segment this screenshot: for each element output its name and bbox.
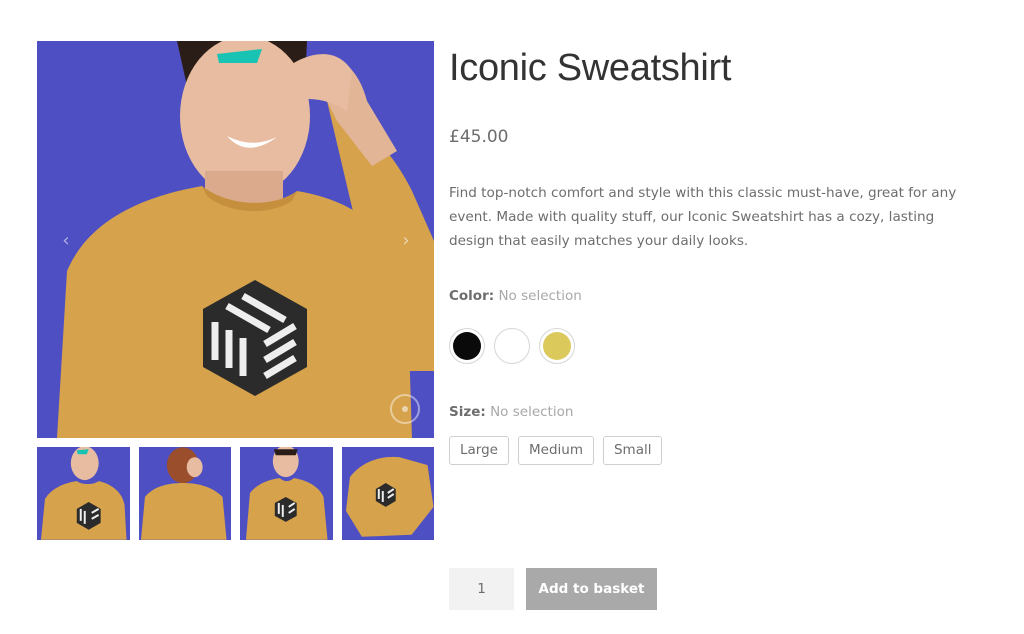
thumbnail-back-pose-image	[138, 447, 231, 540]
chevron-left-icon[interactable]: ‹	[58, 228, 74, 252]
thumbnail-3[interactable]	[240, 447, 333, 540]
size-option-small[interactable]: Small	[602, 436, 663, 465]
thumbnail-strip	[37, 447, 434, 540]
quantity-input[interactable]: 1	[449, 568, 514, 610]
thumbnail-front-pose-image	[37, 447, 130, 540]
color-label: Color	[449, 288, 489, 304]
color-label-separator: :	[488, 288, 495, 304]
color-swatch-black[interactable]	[449, 328, 485, 364]
product-summary: Iconic Sweatshirt £45.00 Find top-notch …	[449, 40, 989, 465]
product-price: £45.00	[449, 127, 509, 147]
product-description: Find top-notch comfort and style with th…	[449, 185, 957, 249]
zoom-icon[interactable]	[390, 394, 420, 424]
add-to-cart-form: 1 Add to basket	[449, 568, 657, 610]
product-title: Iconic Sweatshirt	[449, 47, 732, 89]
color-swatch-yellow[interactable]	[539, 328, 575, 364]
thumbnail-flat-lay-image	[341, 447, 434, 540]
thumbnail-smiling-pose-image	[240, 447, 333, 540]
color-attribute-label: Color: No selection	[449, 286, 989, 306]
product-main-image[interactable]	[37, 41, 434, 438]
yellow-swatch-fill	[543, 332, 571, 360]
sweatshirt-model-photo	[37, 41, 434, 438]
size-option-medium[interactable]: Medium	[517, 436, 594, 465]
color-swatch-white[interactable]	[494, 328, 530, 364]
size-option-large[interactable]: Large	[449, 436, 509, 465]
thumbnail-2[interactable]	[138, 447, 231, 540]
size-label: Size	[449, 404, 481, 420]
thumbnail-1[interactable]	[37, 447, 130, 540]
thumbnail-4[interactable]	[341, 447, 434, 540]
white-swatch-fill	[498, 332, 526, 360]
chevron-right-icon[interactable]: ›	[398, 228, 414, 252]
size-attribute-label: Size: No selection	[449, 402, 989, 422]
add-to-basket-button[interactable]: Add to basket	[526, 568, 657, 610]
color-selection: No selection	[498, 288, 582, 304]
size-options: Large Medium Small	[449, 436, 989, 465]
black-swatch-fill	[453, 332, 481, 360]
color-swatches	[449, 328, 989, 364]
size-selection: No selection	[490, 404, 574, 420]
size-label-separator: :	[480, 404, 486, 420]
